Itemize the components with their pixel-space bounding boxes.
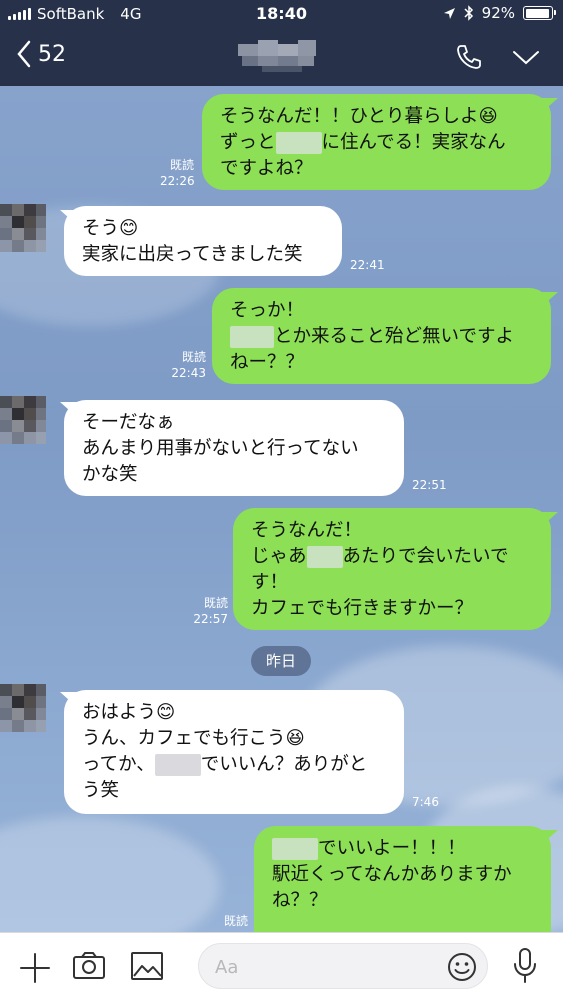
- avatar[interactable]: [0, 204, 46, 252]
- redacted-text: [154, 754, 201, 776]
- chevron-left-icon: [17, 40, 31, 68]
- message-time: 22:51: [412, 478, 447, 492]
- avatar[interactable]: [0, 684, 46, 732]
- chat-header: 52: [0, 28, 563, 86]
- read-receipt: 既読: [203, 596, 228, 610]
- date-separator: 昨日: [251, 646, 311, 676]
- image-icon[interactable]: [130, 951, 164, 981]
- bluetooth-icon: [464, 5, 473, 21]
- incoming-message[interactable]: おはよう😊 うん、カフェでも行こう😆 ってか、 でいいん？ありがと う笑: [64, 690, 404, 814]
- emoji-icon[interactable]: [447, 952, 477, 982]
- message-time: 22:57: [193, 612, 228, 626]
- battery-percent: 92%: [481, 4, 515, 22]
- incoming-message[interactable]: そーだなぁ あんまり用事がないと行ってない かな笑: [64, 400, 404, 496]
- redacted-text: [230, 326, 274, 348]
- redacted-text: [272, 838, 318, 860]
- camera-icon[interactable]: [72, 951, 106, 981]
- message-input-box[interactable]: [198, 943, 488, 989]
- message-meta: 既読 22:57: [190, 595, 228, 627]
- message-time: 22:26: [160, 174, 195, 188]
- message-input[interactable]: [215, 954, 445, 980]
- contact-name-pixelated: [238, 36, 318, 76]
- read-receipt: 既読: [169, 158, 194, 172]
- avatar[interactable]: [0, 396, 46, 444]
- phone-icon[interactable]: [454, 42, 484, 72]
- battery-icon: [523, 6, 556, 20]
- message-time: 22:43: [171, 366, 206, 380]
- location-icon: [443, 7, 455, 19]
- message-input-bar: [0, 932, 563, 1000]
- redacted-text: [275, 132, 322, 154]
- outgoing-message[interactable]: そうなんだ！ じゃあ あたりで会いたいで す！ カフェでも行きますかー？: [233, 508, 551, 630]
- read-receipt: 既読: [181, 350, 206, 364]
- back-button[interactable]: 52: [16, 40, 66, 68]
- chat-area[interactable]: 既読 22:26 そうなんだ！！ひとり暮らしよ😆 ずっと に住んでる！実家なん で…: [0, 86, 563, 932]
- unread-count: 52: [38, 41, 66, 67]
- outgoing-message[interactable]: そうなんだ！！ひとり暮らしよ😆 ずっと に住んでる！実家なん ですよね？: [202, 94, 551, 190]
- message-meta: 既読 22:43: [168, 349, 206, 381]
- outgoing-message[interactable]: でいいよー！！！ 駅近くってなんかありますか ね？？: [254, 826, 551, 932]
- microphone-icon[interactable]: [512, 947, 538, 985]
- read-receipt: 既読: [223, 914, 248, 928]
- plus-icon[interactable]: [18, 951, 52, 985]
- redacted-text: [306, 546, 343, 568]
- message-time: 7:46: [412, 795, 439, 809]
- message-meta: 既読 22:26: [160, 157, 195, 189]
- message-time: 22:41: [350, 258, 385, 272]
- outgoing-message[interactable]: そっか！ とか来ること殆ど無いですよ ねー？？: [212, 288, 551, 384]
- incoming-message[interactable]: そう😊 実家に出戻ってきました笑: [64, 206, 342, 276]
- chevron-down-icon[interactable]: [512, 46, 540, 68]
- status-bar: SoftBank 4G 18:40 92%: [0, 0, 563, 28]
